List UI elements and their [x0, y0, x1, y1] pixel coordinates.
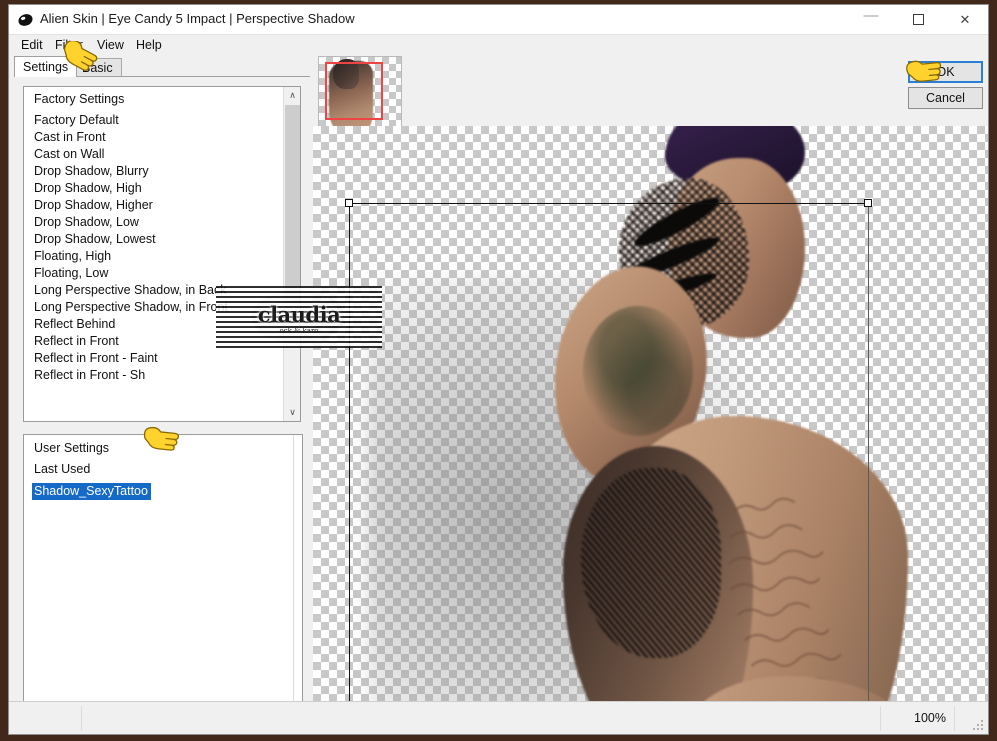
- window-title: Alien Skin | Eye Candy 5 Impact | Perspe…: [40, 11, 355, 26]
- close-icon: ✕: [959, 12, 971, 27]
- scrollbar-thumb[interactable]: [285, 105, 300, 303]
- status-bar: 100%: [9, 701, 988, 734]
- preview-canvas[interactable]: [313, 126, 988, 701]
- scroll-up-icon[interactable]: ∧: [284, 87, 300, 104]
- list-item[interactable]: Floating, Low: [32, 265, 283, 282]
- status-separator: [954, 706, 955, 731]
- list-item[interactable]: Cast in Front: [32, 129, 283, 146]
- window-outer-frame: Alien Skin | Eye Candy 5 Impact | Perspe…: [0, 0, 997, 741]
- list-item[interactable]: Drop Shadow, Lowest: [32, 231, 283, 248]
- figure-stocking: [581, 468, 721, 658]
- figure-script-tattoo: [715, 476, 940, 701]
- selection-handle-top-right[interactable]: [864, 199, 872, 207]
- list-item[interactable]: Drop Shadow, High: [32, 180, 283, 197]
- scroll-down-icon[interactable]: ∨: [284, 404, 300, 421]
- minimize-icon: —: [863, 7, 879, 24]
- selection-guide-right: [868, 203, 869, 701]
- settings-list-scrollbar[interactable]: ∧ ∨: [283, 87, 300, 421]
- minimize-button[interactable]: —: [848, 5, 894, 34]
- list-item[interactable]: Floating, High: [32, 248, 283, 265]
- menu-bar: Edit Filter View Help: [9, 35, 988, 56]
- cancel-button[interactable]: Cancel: [908, 87, 983, 109]
- preview-panel: Preview Background: None ⌄ OK Cancel: [313, 56, 988, 701]
- list-item[interactable]: Last Used: [32, 461, 294, 478]
- list-item-selected[interactable]: Shadow_SexyTattoo: [32, 483, 151, 500]
- thumbnail-viewport-marquee[interactable]: [325, 62, 383, 120]
- list-item[interactable]: Reflect in Front - Faint: [32, 350, 283, 367]
- list-group-header: Factory Settings: [34, 92, 125, 106]
- factory-settings-listbox[interactable]: Factory Settings Factory Default Cast in…: [23, 86, 301, 422]
- alien-skin-icon: [17, 12, 34, 29]
- list-item[interactable]: Cast on Wall: [32, 146, 283, 163]
- list-item[interactable]: Factory Default: [32, 112, 283, 129]
- pointer-hand-ok-annotation: [902, 58, 946, 84]
- factory-settings-list: Factory Settings Factory Default Cast in…: [24, 87, 283, 421]
- maximize-button[interactable]: [895, 5, 941, 34]
- pointer-hand-tabs-annotation: [57, 41, 101, 71]
- list-item[interactable]: Drop Shadow, Blurry: [32, 163, 283, 180]
- maximize-icon: [912, 14, 924, 25]
- pointer-hand-user-setting-annotation: [139, 426, 183, 452]
- watermark-text: claudia: [257, 302, 341, 327]
- resize-grip[interactable]: [971, 718, 983, 730]
- user-settings-list: User Settings Last Used Shadow_SexyTatto…: [24, 435, 294, 723]
- figure-arm-tattoo: [583, 306, 693, 436]
- selection-guide-top: [349, 203, 869, 204]
- watermark-subtext: ock & karo: [279, 327, 319, 335]
- close-button[interactable]: ✕: [942, 5, 988, 34]
- navigator-thumbnail[interactable]: [318, 56, 402, 132]
- list-item[interactable]: Drop Shadow, Higher: [32, 197, 283, 214]
- status-separator: [81, 706, 82, 731]
- status-separator: [880, 706, 881, 731]
- menu-item-help[interactable]: Help: [133, 38, 165, 52]
- list-item[interactable]: Reflect in Front - Sh: [32, 367, 283, 384]
- application-window: Alien Skin | Eye Candy 5 Impact | Perspe…: [8, 4, 989, 735]
- preview-artwork: [433, 126, 988, 701]
- zoom-level-label: 100%: [914, 711, 946, 725]
- selection-handle-top-left[interactable]: [345, 199, 353, 207]
- list-item[interactable]: Drop Shadow, Low: [32, 214, 283, 231]
- title-bar: Alien Skin | Eye Candy 5 Impact | Perspe…: [9, 5, 988, 35]
- settings-panel: Settings Basic Factory Settings Factory …: [9, 56, 313, 734]
- claudia-watermark: claudia ock & karo: [216, 286, 382, 348]
- menu-item-edit[interactable]: Edit: [18, 38, 46, 52]
- user-settings-listbox[interactable]: User Settings Last Used Shadow_SexyTatto…: [23, 434, 303, 724]
- selection-guide-left: [349, 203, 350, 701]
